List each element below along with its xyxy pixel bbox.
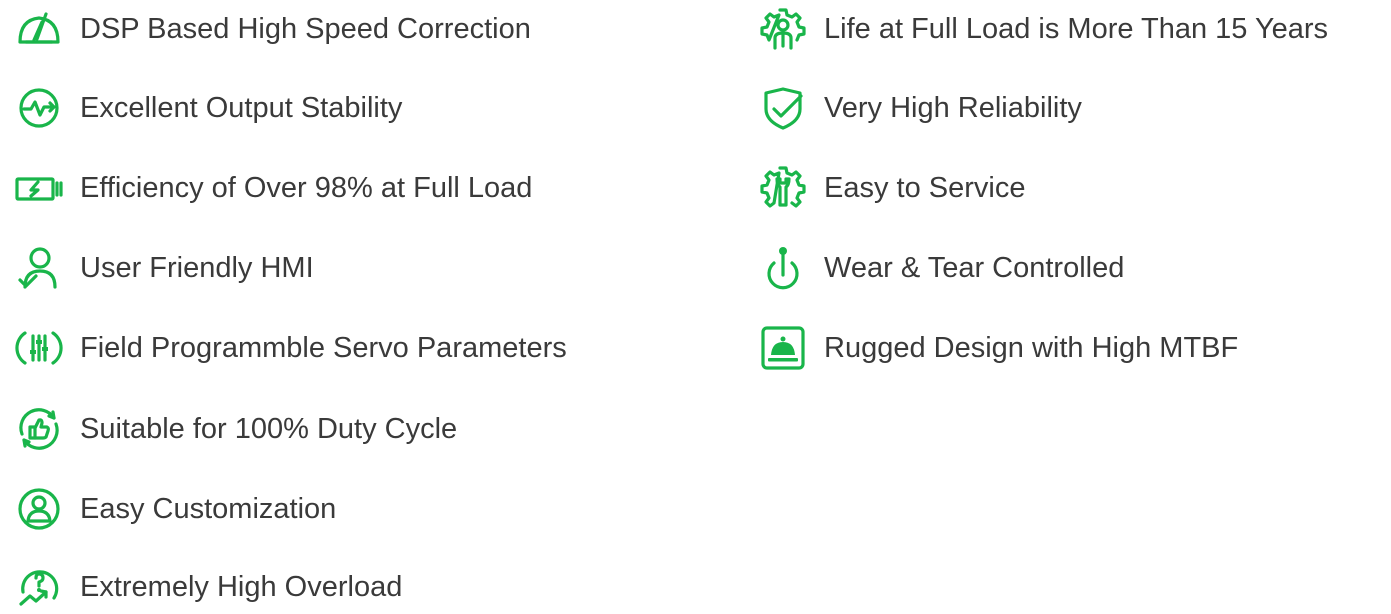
service-bell-icon: [756, 321, 810, 375]
shield-check-icon: [756, 81, 810, 135]
feature-label: Excellent Output Stability: [80, 92, 403, 124]
feature-label: Suitable for 100% Duty Cycle: [80, 413, 458, 445]
speedometer-icon: [12, 2, 66, 56]
feature-label: Wear & Tear Controlled: [824, 252, 1125, 284]
feature-item: Suitable for 100% Duty Cycle: [12, 402, 457, 456]
feature-item: Extremely High Overload: [12, 560, 402, 614]
feature-item: Efficiency of Over 98% at Full Load: [12, 161, 532, 215]
gear-wrench-icon: [756, 161, 810, 215]
overload-hook-icon: [12, 560, 66, 614]
feature-label: Rugged Design with High MTBF: [824, 332, 1239, 364]
feature-label: Extremely High Overload: [80, 571, 403, 603]
feature-label: Easy to Service: [824, 172, 1026, 204]
stability-wave-icon: [12, 81, 66, 135]
feature-item: Easy to Service: [756, 161, 1025, 215]
feature-item: Easy Customization: [12, 482, 336, 536]
user-circle-icon: [12, 482, 66, 536]
feature-label: Efficiency of Over 98% at Full Load: [80, 172, 533, 204]
user-check-icon: [12, 241, 66, 295]
thumbs-up-cycle-icon: [12, 402, 66, 456]
feature-item: Field Programmble Servo Parameters: [12, 321, 567, 375]
slider-controls-icon: [12, 321, 66, 375]
feature-item: Very High Reliability: [756, 81, 1082, 135]
feature-item: User Friendly HMI: [12, 241, 314, 295]
feature-item: Excellent Output Stability: [12, 81, 402, 135]
feature-item: DSP Based High Speed Correction: [12, 2, 531, 56]
battery-charge-icon: [12, 161, 66, 215]
gear-person-icon: [756, 2, 810, 56]
feature-label: Life at Full Load is More Than 15 Years: [824, 13, 1329, 45]
joystick-icon: [756, 241, 810, 295]
feature-item: Rugged Design with High MTBF: [756, 321, 1238, 375]
feature-label: Very High Reliability: [824, 92, 1082, 124]
feature-label: Field Programmble Servo Parameters: [80, 332, 567, 364]
feature-label: DSP Based High Speed Correction: [80, 13, 531, 45]
feature-label: Easy Customization: [80, 493, 337, 525]
feature-item: Wear & Tear Controlled: [756, 241, 1124, 295]
feature-item: Life at Full Load is More Than 15 Years: [756, 2, 1328, 56]
feature-label: User Friendly HMI: [80, 252, 314, 284]
